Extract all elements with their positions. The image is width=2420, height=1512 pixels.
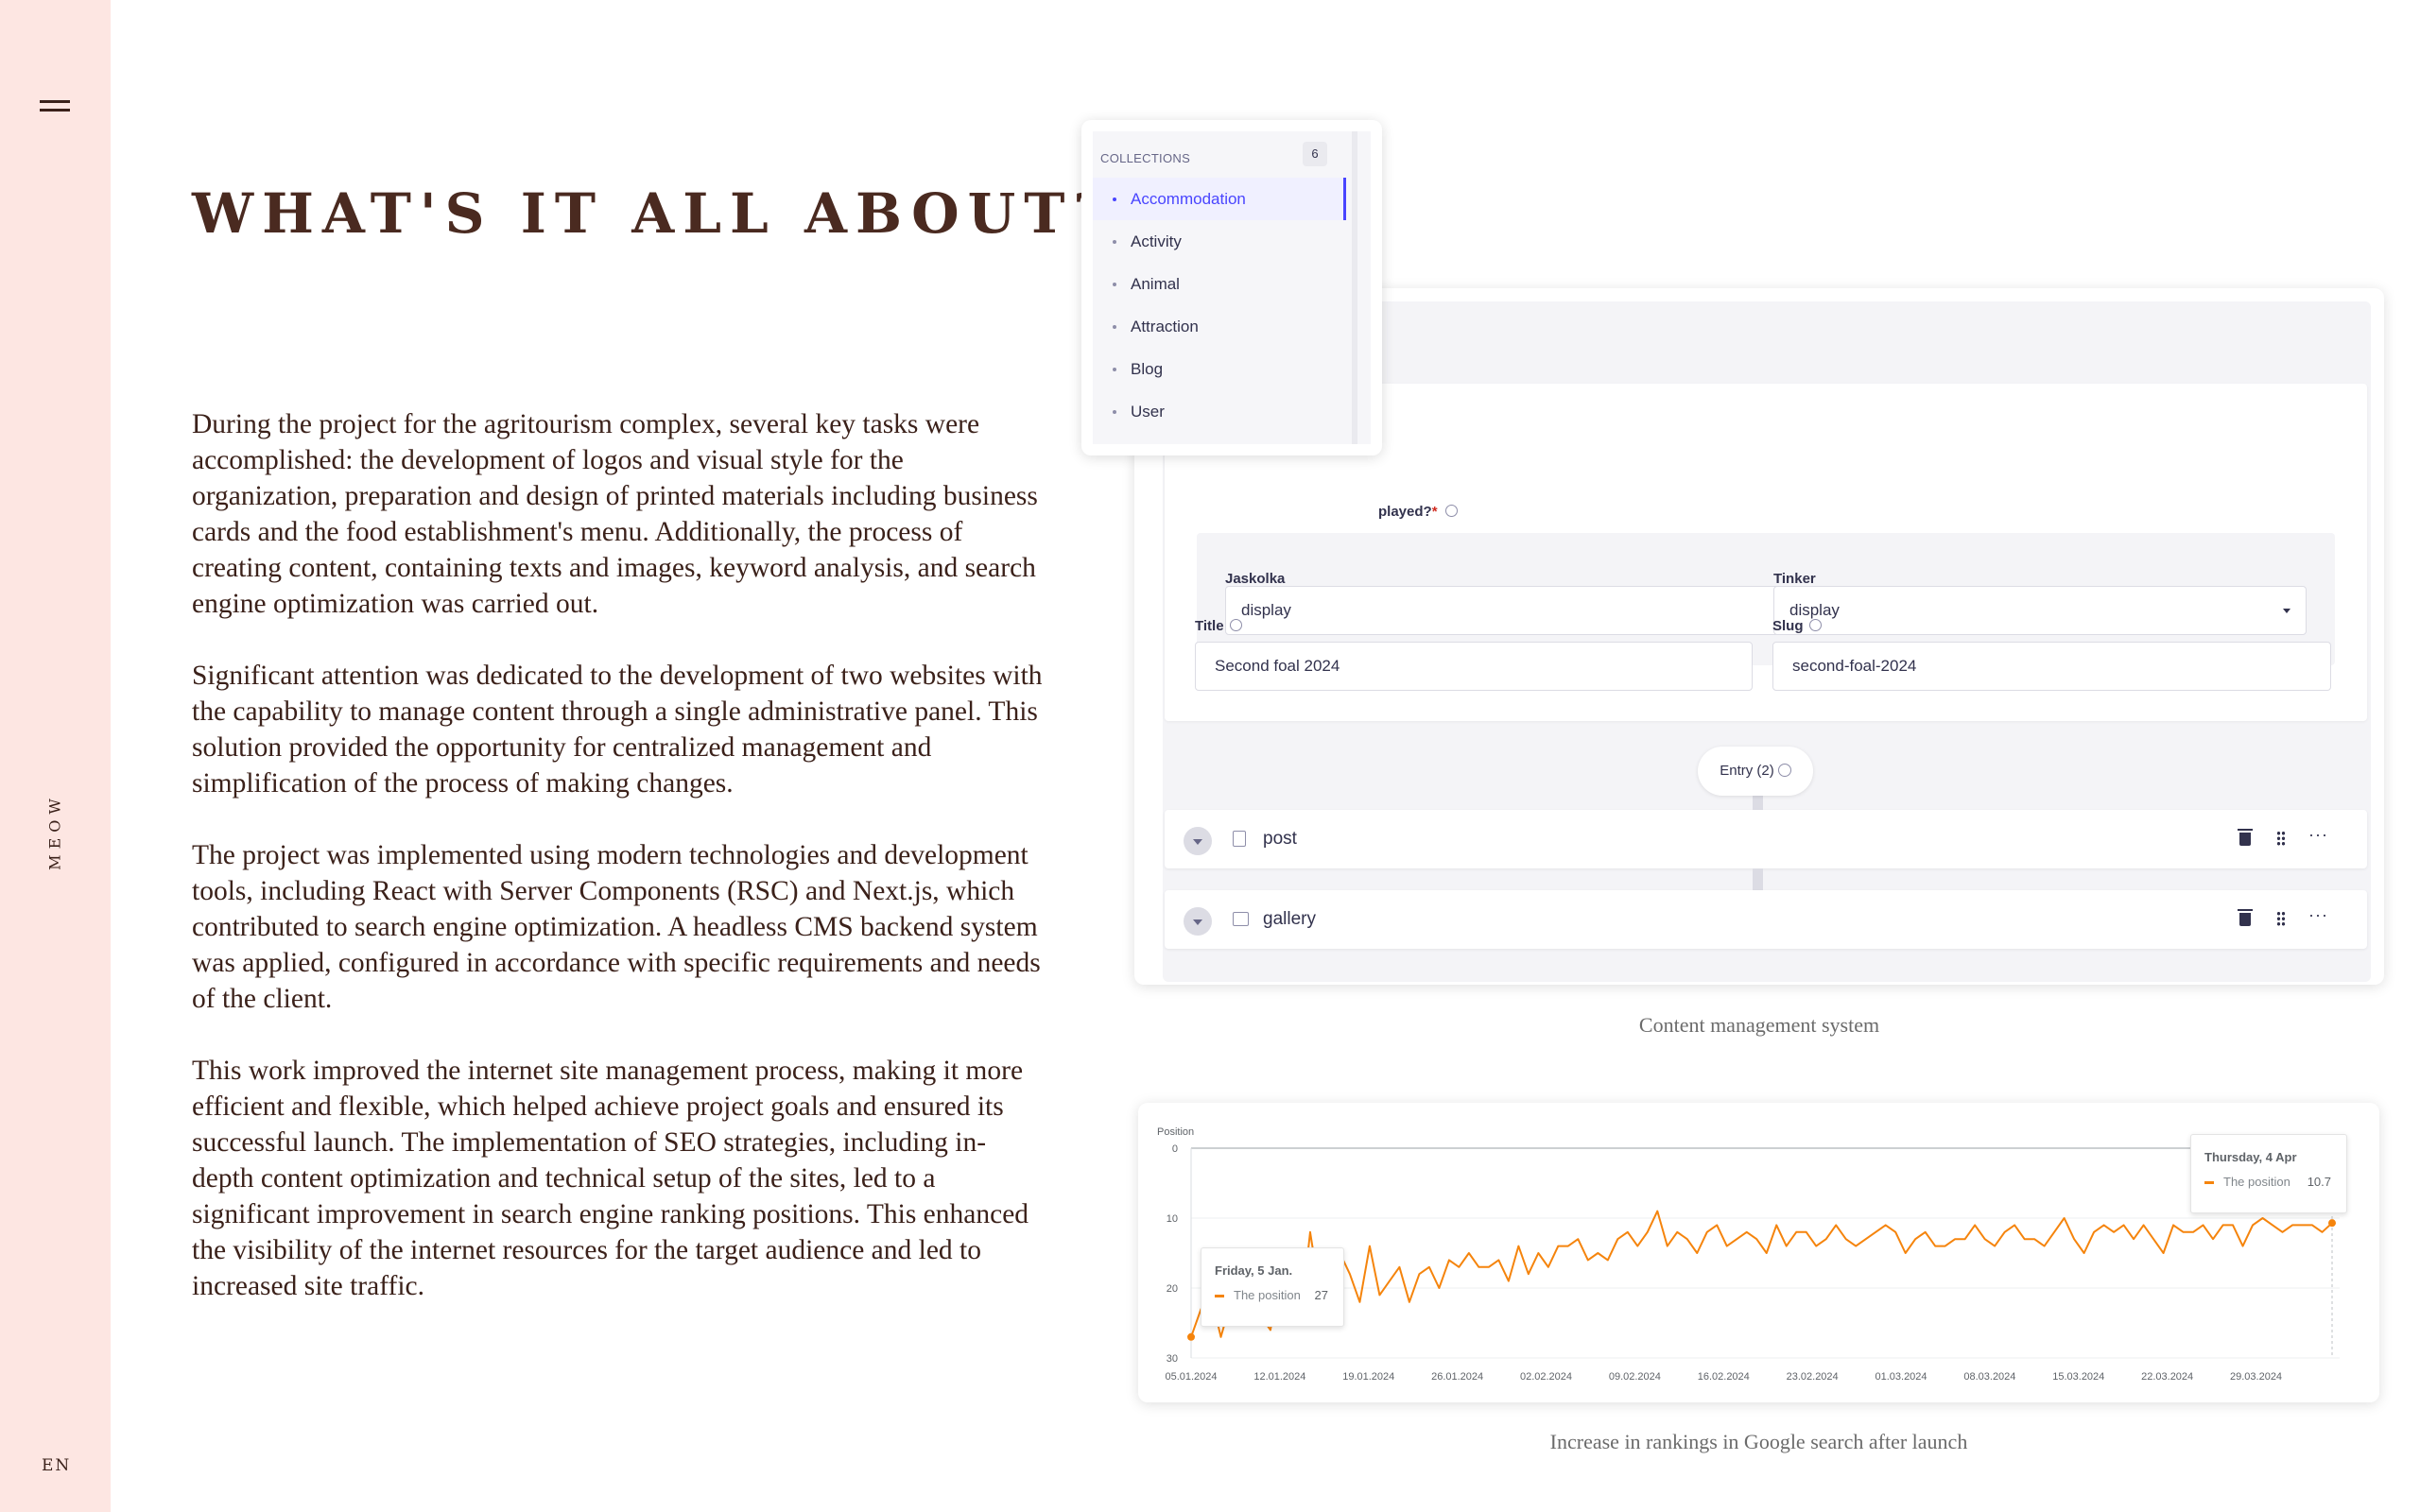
collection-item-accommodation[interactable]: Accommodation	[1093, 178, 1346, 220]
component-name: post	[1263, 829, 1297, 849]
globe-icon	[1229, 619, 1242, 631]
chart-tooltip-end: Thursday, 4 Apr The position 10.7	[2190, 1134, 2347, 1213]
x-tick-label: 29.03.2024	[2230, 1371, 2282, 1383]
hamburger-menu-icon[interactable]	[38, 94, 72, 119]
language-switch[interactable]: EN	[42, 1456, 71, 1475]
paragraph: This work improved the internet site man…	[192, 1056, 1029, 1301]
paragraph: During the project for the agritourism c…	[192, 409, 1038, 619]
x-tick-label: 08.03.2024	[1963, 1371, 2015, 1383]
y-tick-label: 30	[1167, 1353, 1178, 1365]
x-tick-label: 05.01.2024	[1165, 1371, 1217, 1383]
globe-icon	[1444, 505, 1458, 517]
x-tick-label: 12.01.2024	[1253, 1371, 1305, 1383]
tooltip-date: Friday, 5 Jan.	[1215, 1263, 1293, 1278]
jaskolka-label: Jaskolka	[1225, 571, 1286, 587]
tinker-select[interactable]: display	[1773, 586, 2307, 635]
drag-handle-icon[interactable]	[2276, 911, 2286, 927]
tooltip-value: 27	[1314, 1288, 1328, 1302]
slug-label: Slug	[1772, 618, 1822, 634]
globe-icon	[1777, 764, 1791, 777]
data-point-end	[2328, 1219, 2336, 1228]
title-input[interactable]: Second foal 2024	[1195, 642, 1753, 691]
data-point-start	[1187, 1332, 1195, 1341]
more-options-icon[interactable]: ···	[2308, 905, 2328, 925]
title-label: Title	[1195, 618, 1242, 634]
side-rail: MEOW EN	[0, 0, 111, 1512]
trash-icon[interactable]	[2238, 829, 2253, 846]
component-connector	[1753, 868, 1763, 890]
x-tick-label: 22.03.2024	[2141, 1371, 2193, 1383]
component-row-post[interactable]: post ···	[1165, 810, 2367, 868]
caret-down-icon	[2283, 609, 2290, 613]
series-line-the-position	[1190, 1210, 2333, 1338]
tooltip-label: The position	[2223, 1175, 2290, 1189]
collections-panel: COLLECTIONS 6 Accommodation Activity Ani…	[1081, 120, 1382, 455]
collection-item-user[interactable]: User	[1093, 390, 1346, 433]
chart-tooltip-start: Friday, 5 Jan. The position 27	[1201, 1247, 1344, 1327]
cms-caption: Content management system	[1638, 1013, 1880, 1037]
x-tick-label: 09.02.2024	[1609, 1371, 1661, 1383]
x-tick-label: 16.02.2024	[1698, 1371, 1750, 1383]
tinker-label: Tinker	[1773, 571, 1816, 587]
x-tick-label: 19.01.2024	[1342, 1371, 1394, 1383]
x-tick-label: 01.03.2024	[1875, 1371, 1927, 1383]
document-icon	[1233, 831, 1246, 847]
x-tick-label: 15.03.2024	[2052, 1371, 2104, 1383]
tooltip-date: Thursday, 4 Apr	[2204, 1150, 2297, 1164]
component-row-gallery[interactable]: gallery ···	[1165, 890, 2367, 949]
component-name: gallery	[1263, 909, 1316, 929]
tooltip-value: 10.7	[2307, 1175, 2331, 1189]
series-color-swatch	[1215, 1295, 1224, 1297]
y-tick-label: 10	[1167, 1213, 1178, 1225]
page-title: WHAT'S IT ALL ABOUT?	[192, 181, 1115, 246]
paragraph: Significant attention was dedicated to t…	[192, 661, 1043, 799]
chart-caption: Increase in rankings in Google search af…	[1549, 1430, 1968, 1453]
jaskolka-select[interactable]: display	[1225, 586, 1798, 635]
paragraph: The project was implemented using modern…	[192, 840, 1041, 1014]
collection-item-animal[interactable]: Animal	[1093, 263, 1346, 305]
image-icon	[1233, 912, 1249, 926]
globe-icon	[1808, 619, 1822, 631]
x-tick-label: 23.02.2024	[1787, 1371, 1839, 1383]
collection-item-attraction[interactable]: Attraction	[1093, 305, 1346, 348]
collections-list: COLLECTIONS 6 Accommodation Activity Ani…	[1093, 131, 1371, 444]
brand-vertical-label: MEOW	[45, 793, 64, 870]
ranking-chart: Position 0 10 20 30 05.01.2024 12.01.2024 19.01…	[1138, 1103, 2379, 1402]
entry-counter-button[interactable]: Entry (2)	[1698, 747, 1813, 796]
y-tick-label: 0	[1172, 1143, 1178, 1155]
collection-item-activity[interactable]: Activity	[1093, 220, 1346, 263]
collections-header: COLLECTIONS	[1100, 151, 1191, 165]
collapse-toggle-icon[interactable]	[1184, 907, 1212, 936]
series-color-swatch	[2204, 1181, 2214, 1184]
y-tick-label: 20	[1167, 1283, 1178, 1295]
collections-count-badge: 6	[1303, 142, 1327, 166]
tooltip-label: The position	[1234, 1288, 1301, 1302]
x-tick-label: 26.01.2024	[1431, 1371, 1483, 1383]
x-tick-label: 02.02.2024	[1520, 1371, 1572, 1383]
more-options-icon[interactable]: ···	[2308, 825, 2328, 845]
displayed-question-label: played?*	[1378, 504, 1458, 520]
article-body: During the project for the agritourism c…	[192, 406, 1043, 1340]
y-axis-label: Position	[1157, 1126, 1194, 1138]
drag-handle-icon[interactable]	[2276, 831, 2286, 847]
trash-icon[interactable]	[2238, 909, 2253, 926]
collapse-toggle-icon[interactable]	[1184, 827, 1212, 855]
collections-scrollbar[interactable]	[1352, 131, 1357, 444]
slug-input[interactable]: second-foal-2024	[1772, 642, 2331, 691]
collection-item-blog[interactable]: Blog	[1093, 348, 1346, 390]
